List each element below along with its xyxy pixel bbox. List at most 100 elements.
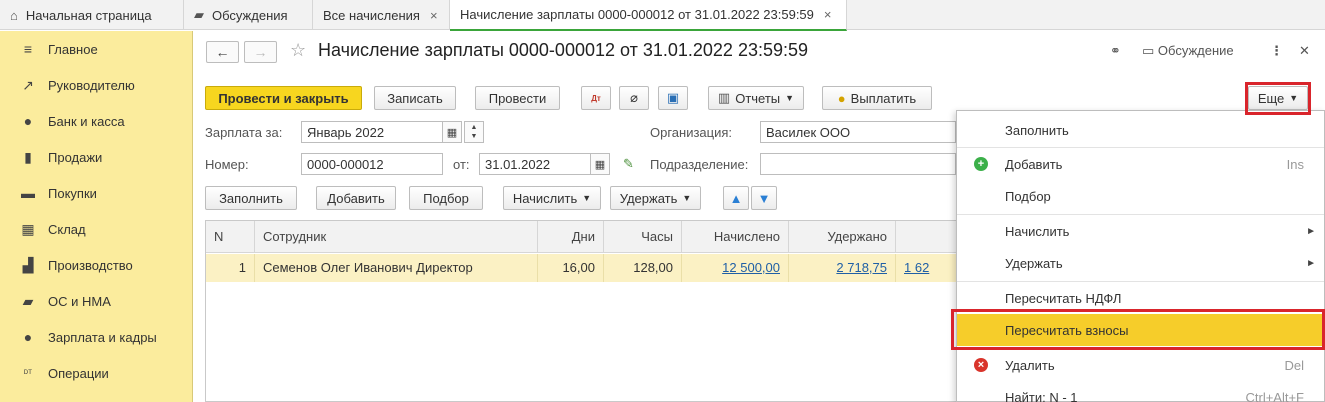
column-header-employee[interactable]: Сотрудник: [255, 221, 538, 253]
cell-n: 1: [206, 254, 255, 282]
sidebar-item-warehouse[interactable]: ▦ Склад: [0, 211, 192, 247]
cell-accrued: 12 500,00: [682, 254, 789, 282]
sidebar-item-label: ОС и НМА: [48, 293, 111, 309]
cell-withheld: 2 718,75: [789, 254, 896, 282]
back-button[interactable]: ←: [206, 41, 239, 63]
menu-item-find[interactable]: Найти: N - 1 Ctrl+Alt+F: [957, 381, 1324, 402]
save-button[interactable]: Записать: [374, 86, 456, 110]
menu-item-add[interactable]: + Добавить Ins: [957, 148, 1324, 180]
chevron-down-icon: ▼: [582, 193, 592, 203]
move-up-button[interactable]: ▲: [723, 186, 749, 210]
structure-icon[interactable]: ▣: [658, 86, 688, 110]
organization-label: Организация:: [650, 125, 733, 140]
menu-item-label: Удалить: [1005, 357, 1055, 373]
sidebar-item-operations[interactable]: ᴰᵀ Операции: [0, 355, 192, 391]
withhold-button[interactable]: Удержать ▼: [610, 186, 701, 210]
tab-discussions[interactable]: ▰ Обсуждения: [184, 0, 313, 30]
sidebar-item-manager[interactable]: ↗ Руководителю: [0, 67, 192, 103]
menu-item-delete[interactable]: × Удалить Del: [957, 349, 1324, 381]
arrow-left-icon: ←: [215, 44, 230, 60]
date-from-label: от:: [453, 157, 470, 172]
division-label: Подразделение:: [650, 157, 749, 172]
arrow-down-icon: ▼: [757, 190, 771, 206]
organization-field[interactable]: Василек ООО: [760, 121, 956, 143]
column-header-n[interactable]: N: [206, 221, 255, 253]
sidebar-item-main[interactable]: ≡ Главное: [0, 31, 192, 67]
accrued-link[interactable]: 12 500,00: [722, 260, 780, 275]
sidebar-item-bank[interactable]: ● Банк и касса: [0, 103, 192, 139]
warehouse-icon: ▦: [21, 220, 35, 237]
discussion-button[interactable]: ▭ Обсуждение: [1142, 43, 1234, 59]
more-actions-icon[interactable]: ⋮: [1270, 43, 1283, 59]
calendar-icon[interactable]: ▦: [442, 121, 462, 143]
forward-button[interactable]: →: [244, 41, 277, 63]
sidebar-item-production[interactable]: ▟ Производство: [0, 247, 192, 283]
arrow-up-icon: ▲: [729, 190, 743, 206]
accrue-button[interactable]: Начислить ▼: [503, 186, 601, 210]
table-header: N Сотрудник Дни Часы Начислено Удержано: [206, 221, 965, 253]
spinner-control[interactable]: ▲ ▼: [464, 121, 484, 143]
tab-all-accruals[interactable]: Все начисления ×: [313, 0, 450, 30]
attachment-icon[interactable]: ⌀: [619, 86, 649, 110]
annotation-highlight-recalc: [951, 309, 1325, 350]
post-and-close-button[interactable]: Провести и закрыть: [205, 86, 362, 110]
sidebar-item-label: Зарплата и кадры: [48, 329, 157, 345]
chevron-down-icon: ▼: [682, 193, 692, 203]
withheld-link[interactable]: 2 718,75: [836, 260, 887, 275]
menu-item-fill[interactable]: Заполнить: [957, 114, 1324, 146]
salary-for-field[interactable]: Январь 2022: [301, 121, 443, 143]
table-row[interactable]: 1 Семенов Олег Иванович Директор 16,00 1…: [206, 254, 966, 282]
sidebar-item-assets[interactable]: ▰ ОС и НМА: [0, 283, 192, 319]
sidebar-item-label: Банк и касса: [48, 113, 125, 129]
menu-item-accrue[interactable]: Начислить ►: [957, 215, 1324, 247]
move-down-button[interactable]: ▼: [751, 186, 777, 210]
comment-icon[interactable]: ✎: [623, 156, 634, 172]
menu-item-shortcut: Del: [1284, 357, 1304, 373]
menu-item-withhold[interactable]: Удержать ►: [957, 247, 1324, 279]
page-title: Начисление зарплаты 0000-000012 от 31.01…: [318, 40, 809, 60]
date-field[interactable]: 31.01.2022: [479, 153, 591, 175]
shopping-bag-icon: ▮: [24, 148, 32, 165]
tab-home[interactable]: ⌂ Начальная страница: [0, 0, 184, 30]
calendar-icon[interactable]: ▦: [590, 153, 610, 175]
tab-salary-document[interactable]: Начисление зарплаты 0000-000012 от 31.01…: [450, 0, 847, 31]
division-field[interactable]: [760, 153, 956, 175]
chat-icon: ▰: [194, 7, 204, 22]
column-header-days[interactable]: Дни: [538, 221, 604, 253]
reports-label: Отчеты: [735, 90, 781, 106]
close-icon[interactable]: ×: [824, 7, 832, 22]
column-header-withheld[interactable]: Удержано: [789, 221, 896, 253]
coin-icon: ●: [837, 90, 846, 106]
menu-item-label: Начислить: [1005, 223, 1070, 239]
truck-icon: ▰: [22, 292, 34, 309]
close-icon[interactable]: ×: [430, 8, 438, 23]
tab-bar: ⌂ Начальная страница ▰ Обсуждения Все на…: [0, 0, 1325, 31]
accrue-label: Начислить: [512, 190, 578, 206]
extra-link[interactable]: 1 62: [904, 260, 929, 275]
table-add-button[interactable]: Добавить: [316, 186, 396, 210]
number-field[interactable]: 0000-000012: [301, 153, 443, 175]
sidebar-item-label: Производство: [48, 257, 133, 273]
pay-button[interactable]: ● Выплатить: [822, 86, 932, 110]
accruals-table: N Сотрудник Дни Часы Начислено Удержано …: [205, 220, 966, 402]
chevron-down-icon: ▼: [785, 93, 795, 103]
dt-kt-icon[interactable]: Дт: [581, 86, 611, 110]
reports-button[interactable]: ▥ Отчеты ▼: [708, 86, 804, 110]
sidebar-item-purchases[interactable]: ▬ Покупки: [0, 175, 192, 211]
menu-item-label: Удержать: [1005, 255, 1063, 271]
sidebar-item-label: Главное: [48, 41, 98, 57]
star-icon[interactable]: ☆: [290, 40, 306, 61]
menu-item-shortcut: Ins: [1286, 156, 1304, 172]
person-icon: ●: [23, 329, 33, 345]
table-fill-button[interactable]: Заполнить: [205, 186, 297, 210]
tab-label: Обсуждения: [212, 7, 288, 23]
table-select-button[interactable]: Подбор: [409, 186, 483, 210]
close-icon[interactable]: ✕: [1299, 43, 1310, 59]
sidebar-item-payroll[interactable]: ● Зарплата и кадры: [0, 319, 192, 355]
link-icon[interactable]: ⚭: [1110, 43, 1121, 59]
post-button[interactable]: Провести: [475, 86, 560, 110]
column-header-accrued[interactable]: Начислено: [682, 221, 789, 253]
menu-item-select[interactable]: Подбор: [957, 180, 1324, 212]
sidebar-item-sales[interactable]: ▮ Продажи: [0, 139, 192, 175]
column-header-hours[interactable]: Часы: [604, 221, 682, 253]
